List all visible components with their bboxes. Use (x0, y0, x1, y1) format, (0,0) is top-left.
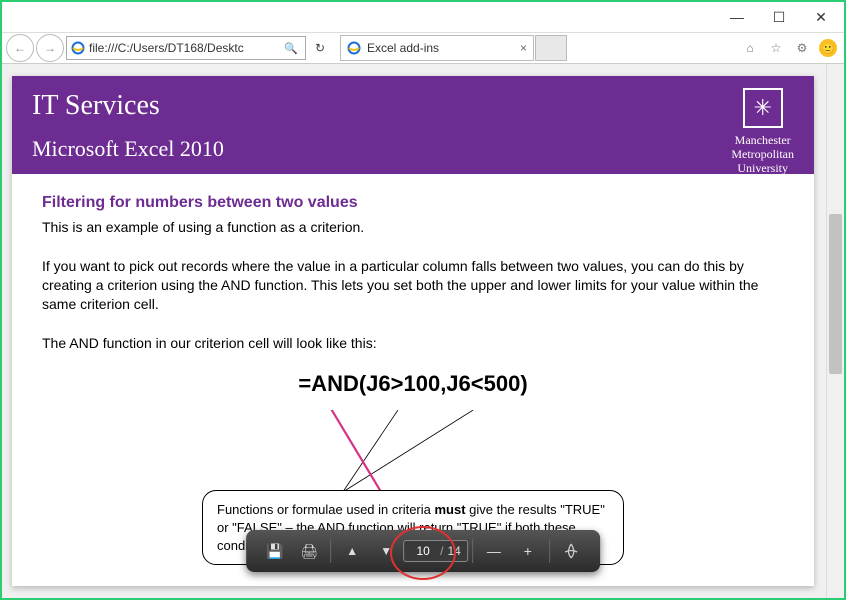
refresh-button[interactable]: ↻ (310, 38, 330, 58)
window-maximize-button[interactable]: ☐ (758, 4, 800, 30)
separator (472, 539, 473, 563)
formula-text: =AND(J6>100,J6<500) (42, 369, 784, 399)
pdf-page-sep: / (440, 544, 443, 558)
gear-icon[interactable]: ⚙ (792, 38, 812, 58)
favorites-icon[interactable]: ☆ (766, 38, 786, 58)
address-url: file:///C:/Users/DT168/Desktc (89, 41, 279, 55)
smiley-icon[interactable]: 🙂 (818, 38, 838, 58)
university-logo: ✳ Manchester Metropolitan University (731, 88, 794, 175)
search-icon[interactable]: 🔍 (281, 38, 301, 58)
browser-tab[interactable]: Excel add-ins × (340, 35, 534, 61)
window-minimize-button[interactable]: — (716, 4, 758, 30)
tab-close-button[interactable]: × (520, 41, 527, 55)
banner-subtitle: Microsoft Excel 2010 (32, 136, 794, 162)
paragraph-2: If you want to pick out records where th… (42, 257, 784, 315)
separator (549, 539, 550, 563)
pdf-page-up-button[interactable]: ▲ (340, 539, 364, 563)
logo-text-1: Manchester (731, 134, 794, 148)
pdf-zoom-in-button[interactable]: + (516, 539, 540, 563)
pdf-save-button[interactable]: 💾 (263, 539, 287, 563)
new-tab-button[interactable] (535, 35, 567, 61)
pdf-page-down-button[interactable]: ▼ (374, 539, 398, 563)
pdf-acrobat-icon[interactable] (559, 539, 583, 563)
logo-mark-icon: ✳ (743, 88, 783, 128)
pdf-print-button[interactable]: 🖨 (297, 539, 321, 563)
logo-text-3: University (731, 162, 794, 176)
ie-icon (347, 41, 361, 55)
back-button[interactable]: ← (6, 34, 34, 62)
callout-text-a: Functions or formulae used in criteria (217, 502, 434, 517)
scrollbar-thumb[interactable] (829, 214, 842, 374)
browser-toolbar: ← → file:///C:/Users/DT168/Desktc 🔍 ↻ Ex… (2, 33, 844, 64)
section-title: Filtering for numbers between two values (42, 192, 784, 214)
forward-button[interactable]: → (36, 34, 64, 62)
address-bar[interactable]: file:///C:/Users/DT168/Desktc 🔍 (66, 36, 306, 60)
callout-must: must (434, 502, 465, 517)
pdf-total-pages: 14 (447, 544, 460, 558)
paragraph-1: This is an example of using a function a… (42, 218, 784, 237)
pdf-zoom-out-button[interactable]: — (482, 539, 506, 563)
window-titlebar: — ☐ ✕ (2, 2, 844, 33)
document-banner: IT Services Microsoft Excel 2010 ✳ Manch… (12, 76, 814, 174)
content-viewport: IT Services Microsoft Excel 2010 ✳ Manch… (2, 64, 844, 598)
pdf-toolbar: 💾 🖨 ▲ ▼ / 14 — + (246, 530, 600, 572)
paragraph-3: The AND function in our criterion cell w… (42, 334, 784, 353)
document-body: Filtering for numbers between two values… (12, 174, 814, 588)
tab-title: Excel add-ins (367, 41, 439, 55)
home-icon[interactable]: ⌂ (740, 38, 760, 58)
window-close-button[interactable]: ✕ (800, 4, 842, 30)
pdf-page: IT Services Microsoft Excel 2010 ✳ Manch… (12, 76, 814, 586)
ie-icon (71, 41, 85, 55)
vertical-scrollbar[interactable] (826, 64, 844, 598)
pdf-current-page-input[interactable] (410, 543, 436, 559)
banner-title: IT Services (32, 90, 794, 122)
logo-text-2: Metropolitan (731, 148, 794, 162)
pdf-page-indicator[interactable]: / 14 (403, 540, 468, 562)
separator (330, 539, 331, 563)
